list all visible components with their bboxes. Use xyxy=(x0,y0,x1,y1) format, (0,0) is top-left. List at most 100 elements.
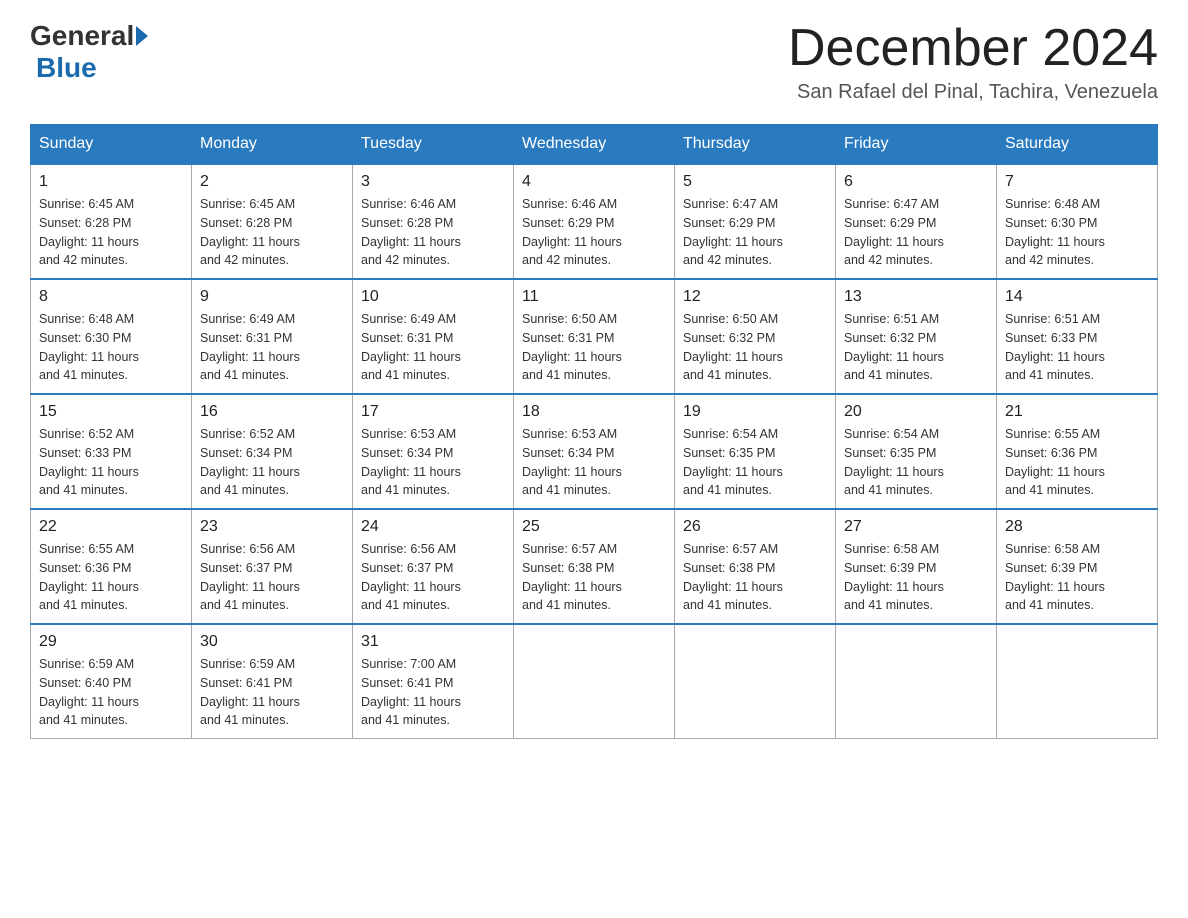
day-info: Sunrise: 6:56 AM Sunset: 6:37 PM Dayligh… xyxy=(200,540,344,615)
calendar-cell: 15 Sunrise: 6:52 AM Sunset: 6:33 PM Dayl… xyxy=(31,394,192,509)
day-info: Sunrise: 6:53 AM Sunset: 6:34 PM Dayligh… xyxy=(522,425,666,500)
day-info: Sunrise: 6:49 AM Sunset: 6:31 PM Dayligh… xyxy=(361,310,505,385)
calendar-cell: 18 Sunrise: 6:53 AM Sunset: 6:34 PM Dayl… xyxy=(514,394,675,509)
day-info: Sunrise: 6:48 AM Sunset: 6:30 PM Dayligh… xyxy=(1005,195,1149,270)
day-number: 24 xyxy=(361,518,505,536)
day-number: 19 xyxy=(683,403,827,421)
calendar-cell: 21 Sunrise: 6:55 AM Sunset: 6:36 PM Dayl… xyxy=(997,394,1158,509)
day-number: 18 xyxy=(522,403,666,421)
calendar-cell xyxy=(997,624,1158,739)
day-number: 16 xyxy=(200,403,344,421)
header-friday: Friday xyxy=(836,125,997,165)
day-info: Sunrise: 6:49 AM Sunset: 6:31 PM Dayligh… xyxy=(200,310,344,385)
day-number: 6 xyxy=(844,173,988,191)
day-info: Sunrise: 6:50 AM Sunset: 6:31 PM Dayligh… xyxy=(522,310,666,385)
day-info: Sunrise: 6:52 AM Sunset: 6:33 PM Dayligh… xyxy=(39,425,183,500)
calendar-cell: 31 Sunrise: 7:00 AM Sunset: 6:41 PM Dayl… xyxy=(353,624,514,739)
day-number: 30 xyxy=(200,633,344,651)
calendar-cell: 24 Sunrise: 6:56 AM Sunset: 6:37 PM Dayl… xyxy=(353,509,514,624)
day-info: Sunrise: 6:58 AM Sunset: 6:39 PM Dayligh… xyxy=(844,540,988,615)
calendar-cell: 14 Sunrise: 6:51 AM Sunset: 6:33 PM Dayl… xyxy=(997,279,1158,394)
location-title: San Rafael del Pinal, Tachira, Venezuela xyxy=(788,81,1158,104)
day-info: Sunrise: 6:59 AM Sunset: 6:40 PM Dayligh… xyxy=(39,655,183,730)
header-row: SundayMondayTuesdayWednesdayThursdayFrid… xyxy=(31,125,1158,165)
calendar-cell: 7 Sunrise: 6:48 AM Sunset: 6:30 PM Dayli… xyxy=(997,164,1158,279)
header-thursday: Thursday xyxy=(675,125,836,165)
day-number: 25 xyxy=(522,518,666,536)
calendar-cell: 13 Sunrise: 6:51 AM Sunset: 6:32 PM Dayl… xyxy=(836,279,997,394)
day-info: Sunrise: 6:56 AM Sunset: 6:37 PM Dayligh… xyxy=(361,540,505,615)
logo: General Blue xyxy=(30,20,150,84)
calendar-cell: 19 Sunrise: 6:54 AM Sunset: 6:35 PM Dayl… xyxy=(675,394,836,509)
calendar-cell: 6 Sunrise: 6:47 AM Sunset: 6:29 PM Dayli… xyxy=(836,164,997,279)
logo-blue-text: Blue xyxy=(36,52,97,84)
calendar-cell: 23 Sunrise: 6:56 AM Sunset: 6:37 PM Dayl… xyxy=(192,509,353,624)
calendar-cell: 2 Sunrise: 6:45 AM Sunset: 6:28 PM Dayli… xyxy=(192,164,353,279)
day-number: 3 xyxy=(361,173,505,191)
day-info: Sunrise: 6:58 AM Sunset: 6:39 PM Dayligh… xyxy=(1005,540,1149,615)
month-title: December 2024 xyxy=(788,20,1158,77)
calendar-cell xyxy=(836,624,997,739)
day-number: 22 xyxy=(39,518,183,536)
day-info: Sunrise: 6:54 AM Sunset: 6:35 PM Dayligh… xyxy=(844,425,988,500)
day-number: 23 xyxy=(200,518,344,536)
calendar-cell: 4 Sunrise: 6:46 AM Sunset: 6:29 PM Dayli… xyxy=(514,164,675,279)
week-row-1: 1 Sunrise: 6:45 AM Sunset: 6:28 PM Dayli… xyxy=(31,164,1158,279)
day-number: 26 xyxy=(683,518,827,536)
calendar-cell: 22 Sunrise: 6:55 AM Sunset: 6:36 PM Dayl… xyxy=(31,509,192,624)
day-number: 4 xyxy=(522,173,666,191)
day-number: 15 xyxy=(39,403,183,421)
day-info: Sunrise: 6:50 AM Sunset: 6:32 PM Dayligh… xyxy=(683,310,827,385)
calendar-cell: 1 Sunrise: 6:45 AM Sunset: 6:28 PM Dayli… xyxy=(31,164,192,279)
header-monday: Monday xyxy=(192,125,353,165)
day-info: Sunrise: 6:54 AM Sunset: 6:35 PM Dayligh… xyxy=(683,425,827,500)
day-info: Sunrise: 6:53 AM Sunset: 6:34 PM Dayligh… xyxy=(361,425,505,500)
calendar-cell xyxy=(675,624,836,739)
calendar-cell: 27 Sunrise: 6:58 AM Sunset: 6:39 PM Dayl… xyxy=(836,509,997,624)
day-number: 2 xyxy=(200,173,344,191)
day-number: 8 xyxy=(39,288,183,306)
day-number: 20 xyxy=(844,403,988,421)
calendar-cell: 3 Sunrise: 6:46 AM Sunset: 6:28 PM Dayli… xyxy=(353,164,514,279)
day-number: 11 xyxy=(522,288,666,306)
day-number: 27 xyxy=(844,518,988,536)
calendar-cell: 29 Sunrise: 6:59 AM Sunset: 6:40 PM Dayl… xyxy=(31,624,192,739)
calendar-cell: 28 Sunrise: 6:58 AM Sunset: 6:39 PM Dayl… xyxy=(997,509,1158,624)
calendar-cell: 25 Sunrise: 6:57 AM Sunset: 6:38 PM Dayl… xyxy=(514,509,675,624)
day-info: Sunrise: 6:45 AM Sunset: 6:28 PM Dayligh… xyxy=(39,195,183,270)
calendar-cell: 26 Sunrise: 6:57 AM Sunset: 6:38 PM Dayl… xyxy=(675,509,836,624)
calendar-cell xyxy=(514,624,675,739)
calendar-cell: 5 Sunrise: 6:47 AM Sunset: 6:29 PM Dayli… xyxy=(675,164,836,279)
day-info: Sunrise: 6:59 AM Sunset: 6:41 PM Dayligh… xyxy=(200,655,344,730)
day-info: Sunrise: 7:00 AM Sunset: 6:41 PM Dayligh… xyxy=(361,655,505,730)
day-number: 12 xyxy=(683,288,827,306)
day-info: Sunrise: 6:46 AM Sunset: 6:29 PM Dayligh… xyxy=(522,195,666,270)
day-info: Sunrise: 6:51 AM Sunset: 6:33 PM Dayligh… xyxy=(1005,310,1149,385)
calendar-cell: 10 Sunrise: 6:49 AM Sunset: 6:31 PM Dayl… xyxy=(353,279,514,394)
calendar-cell: 11 Sunrise: 6:50 AM Sunset: 6:31 PM Dayl… xyxy=(514,279,675,394)
day-info: Sunrise: 6:45 AM Sunset: 6:28 PM Dayligh… xyxy=(200,195,344,270)
day-number: 31 xyxy=(361,633,505,651)
header-tuesday: Tuesday xyxy=(353,125,514,165)
day-info: Sunrise: 6:52 AM Sunset: 6:34 PM Dayligh… xyxy=(200,425,344,500)
day-number: 28 xyxy=(1005,518,1149,536)
title-area: December 2024 San Rafael del Pinal, Tach… xyxy=(788,20,1158,104)
header-saturday: Saturday xyxy=(997,125,1158,165)
day-info: Sunrise: 6:48 AM Sunset: 6:30 PM Dayligh… xyxy=(39,310,183,385)
day-number: 14 xyxy=(1005,288,1149,306)
day-info: Sunrise: 6:47 AM Sunset: 6:29 PM Dayligh… xyxy=(844,195,988,270)
day-info: Sunrise: 6:55 AM Sunset: 6:36 PM Dayligh… xyxy=(1005,425,1149,500)
day-info: Sunrise: 6:46 AM Sunset: 6:28 PM Dayligh… xyxy=(361,195,505,270)
day-number: 17 xyxy=(361,403,505,421)
calendar-cell: 20 Sunrise: 6:54 AM Sunset: 6:35 PM Dayl… xyxy=(836,394,997,509)
day-number: 9 xyxy=(200,288,344,306)
day-info: Sunrise: 6:47 AM Sunset: 6:29 PM Dayligh… xyxy=(683,195,827,270)
calendar-cell: 16 Sunrise: 6:52 AM Sunset: 6:34 PM Dayl… xyxy=(192,394,353,509)
calendar-cell: 30 Sunrise: 6:59 AM Sunset: 6:41 PM Dayl… xyxy=(192,624,353,739)
logo-general-text: General xyxy=(30,20,134,52)
day-info: Sunrise: 6:57 AM Sunset: 6:38 PM Dayligh… xyxy=(522,540,666,615)
day-number: 1 xyxy=(39,173,183,191)
header: General Blue December 2024 San Rafael de… xyxy=(30,20,1158,104)
calendar-cell: 9 Sunrise: 6:49 AM Sunset: 6:31 PM Dayli… xyxy=(192,279,353,394)
header-wednesday: Wednesday xyxy=(514,125,675,165)
